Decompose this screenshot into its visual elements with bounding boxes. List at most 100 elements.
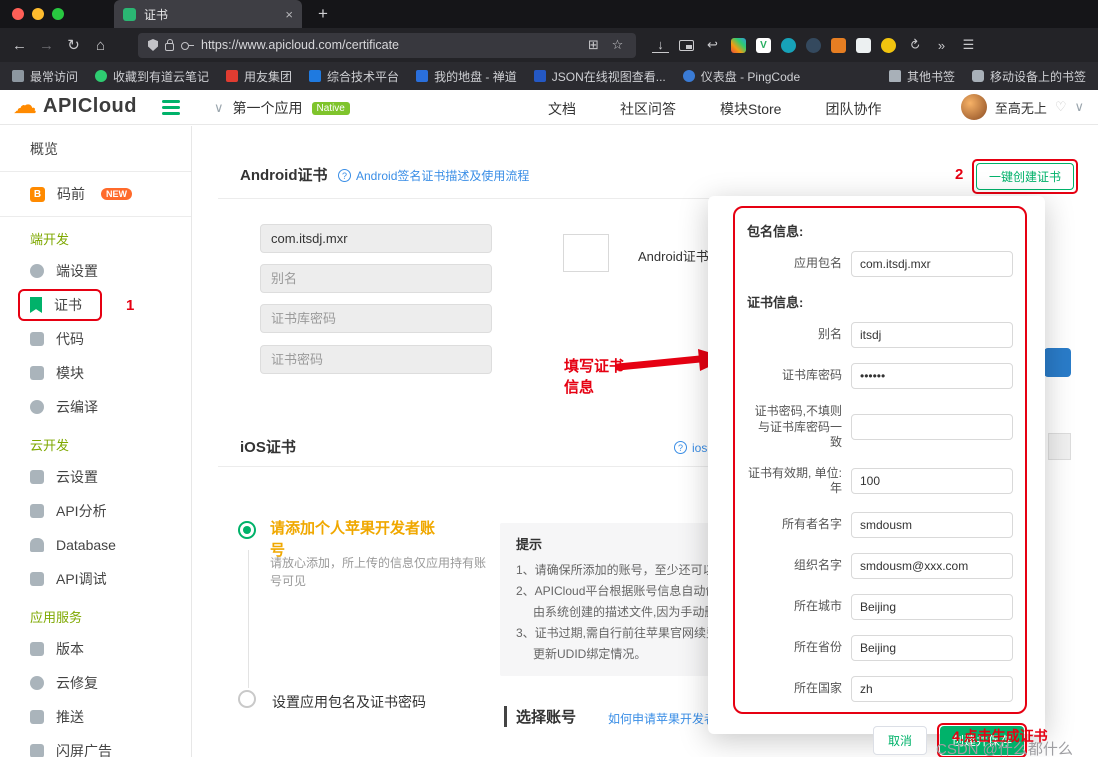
extension-pinwheel-icon[interactable]	[731, 37, 746, 53]
nav-team[interactable]: 团队协作	[825, 99, 881, 119]
avatar[interactable]	[960, 94, 987, 120]
mobile-bookmarks-button[interactable]: 移动设备上的书签	[971, 68, 1086, 85]
keystore-password-field[interactable]	[851, 363, 1013, 389]
country-field[interactable]	[851, 675, 1013, 702]
sidebar-section-label: 应用服务	[30, 609, 83, 625]
extension-orange-icon[interactable]	[831, 37, 846, 53]
android-section-title: Android证书	[240, 167, 328, 184]
owner-name-field[interactable]	[851, 511, 1013, 538]
shield-icon[interactable]	[148, 39, 158, 51]
sidebar-item-certificate[interactable]: 证书 1	[0, 288, 191, 322]
set-package-radio[interactable]	[238, 690, 256, 708]
home-button[interactable]: ⌂	[87, 37, 114, 54]
sidebar-item-client-settings[interactable]: 端设置	[0, 254, 191, 288]
create-cert-button[interactable]: 一键创建证书	[976, 163, 1075, 190]
pip-icon[interactable]	[679, 39, 694, 51]
overflow-chevron-icon[interactable]: »	[933, 36, 950, 54]
bookmark-item[interactable]: 我的地盘 - 禅道	[416, 68, 517, 85]
keystore-password-input[interactable]	[260, 304, 492, 333]
sidebar-item-database[interactable]: Database	[0, 528, 191, 562]
nav-community[interactable]: 社区问答	[620, 99, 676, 119]
cert-password-field[interactable]	[851, 414, 1013, 441]
extension-globe-icon[interactable]	[806, 37, 821, 53]
sidebar-item-hotfix[interactable]: 云修复	[0, 666, 191, 700]
bookmark-item[interactable]: 综合技术平台	[309, 68, 399, 85]
validity-field[interactable]	[851, 468, 1013, 495]
menu-icon[interactable]: ☰	[960, 36, 977, 54]
cert-password-input[interactable]	[260, 345, 492, 374]
lock-icon[interactable]	[165, 39, 174, 51]
chevron-down-icon: ∨	[214, 100, 224, 115]
question-icon: ?	[338, 169, 351, 182]
bookmark-item[interactable]: 最常访问	[12, 68, 78, 85]
browser-tab[interactable]: 证书 ×	[114, 0, 302, 28]
sidebar-item-cloud-compile[interactable]: 云编译	[0, 390, 191, 424]
sidebar-item-version[interactable]: 版本	[0, 632, 191, 666]
sidebar-item-splash-ad[interactable]: 闪屏广告	[0, 734, 191, 757]
module-icon	[30, 366, 44, 380]
logo-text: APICloud	[43, 94, 137, 117]
sidebar-item-code[interactable]: 代码	[0, 322, 191, 356]
bookmark-item[interactable]: 用友集团	[226, 68, 292, 85]
download-icon[interactable]: ↓	[652, 37, 669, 53]
reload-button[interactable]: ↻	[60, 36, 87, 54]
sidebar-item-maqian[interactable]: B 码前 NEW	[0, 177, 191, 211]
sidebar-section-cloud-dev: 云开发	[0, 428, 191, 460]
extensions-grid-icon[interactable]: ⊞	[585, 36, 602, 54]
chevron-down-icon[interactable]: ∨	[1074, 99, 1084, 115]
personal-account-radio[interactable]	[238, 521, 256, 539]
back-button[interactable]: ←	[6, 37, 33, 54]
bookmark-item[interactable]: 收藏到有道云笔记	[95, 68, 209, 85]
nav-module-store[interactable]: 模块Store	[720, 99, 781, 119]
sidebar-item-api-debug[interactable]: API调试	[0, 562, 191, 596]
app-selector[interactable]: ∨ 第一个应用 Native	[214, 98, 350, 118]
undo-icon[interactable]: ↩	[704, 36, 721, 54]
other-bookmarks-button[interactable]: 其他书签	[888, 68, 955, 85]
city-field[interactable]	[851, 593, 1013, 620]
extension-circle-icon[interactable]	[781, 37, 796, 53]
sidebar-item-api-analysis[interactable]: API分析	[0, 494, 191, 528]
bookmark-star-icon[interactable]: ☆	[609, 36, 626, 54]
zoom-window-button[interactable]	[52, 8, 64, 20]
ios-create-button-partial[interactable]	[1048, 433, 1071, 460]
extension-v-icon[interactable]: V	[756, 37, 771, 53]
sidebar-item-label: 云编译	[56, 399, 98, 415]
android-help-link[interactable]: ? Android签名证书描述及使用流程	[338, 167, 529, 184]
field-label: 组织名字	[793, 558, 842, 573]
org-name-field[interactable]	[851, 552, 1013, 579]
settings-gear-icon[interactable]: ↻	[902, 33, 927, 58]
close-window-button[interactable]	[12, 8, 24, 20]
bookmark-item[interactable]: 仪表盘 - PingCode	[682, 68, 800, 85]
alias-input[interactable]	[260, 264, 492, 293]
minimize-window-button[interactable]	[32, 8, 44, 20]
package-name-input[interactable]	[260, 224, 492, 253]
site-menu-button[interactable]	[162, 100, 180, 115]
url-text: https://www.apicloud.com/certificate	[201, 38, 399, 52]
folder-icon	[888, 70, 901, 82]
reader-icon[interactable]	[856, 37, 871, 53]
package-name-field[interactable]	[851, 251, 1013, 277]
user-menu[interactable]: 至高无上 ♡ ∨	[960, 94, 1084, 120]
extension-yellow-icon[interactable]	[881, 37, 896, 53]
sidebar-item-modules[interactable]: 模块	[0, 356, 191, 390]
sidebar-item-push[interactable]: 推送	[0, 700, 191, 734]
cancel-button[interactable]: 取消	[872, 725, 927, 755]
sidebar-item-label: 推送	[56, 709, 84, 725]
sidebar-item-cloud-settings[interactable]: 云设置	[0, 460, 191, 494]
nav-docs[interactable]: 文档	[548, 99, 576, 119]
bookmark-item[interactable]: JSON在线视图查看...	[533, 68, 666, 85]
cert-preview-box	[563, 234, 609, 272]
key-icon[interactable]	[181, 41, 194, 50]
create-cert-highlight-box: 一键创建证书	[972, 159, 1079, 194]
alias-field[interactable]	[851, 322, 1013, 348]
sidebar-item-overview[interactable]: 概览	[0, 132, 191, 166]
new-badge: NEW	[101, 188, 132, 200]
android-help-link-label: Android签名证书描述及使用流程	[356, 169, 530, 183]
tab-close-icon[interactable]: ×	[285, 7, 293, 22]
forward-button[interactable]: →	[33, 37, 60, 54]
new-tab-button[interactable]: +	[318, 4, 328, 24]
province-field[interactable]	[851, 634, 1013, 661]
save-button-partial[interactable]	[1044, 348, 1071, 377]
address-bar[interactable]: https://www.apicloud.com/certificate ⊞ ☆	[138, 32, 636, 58]
apicloud-logo[interactable]: ☁ APICloud	[13, 94, 137, 118]
